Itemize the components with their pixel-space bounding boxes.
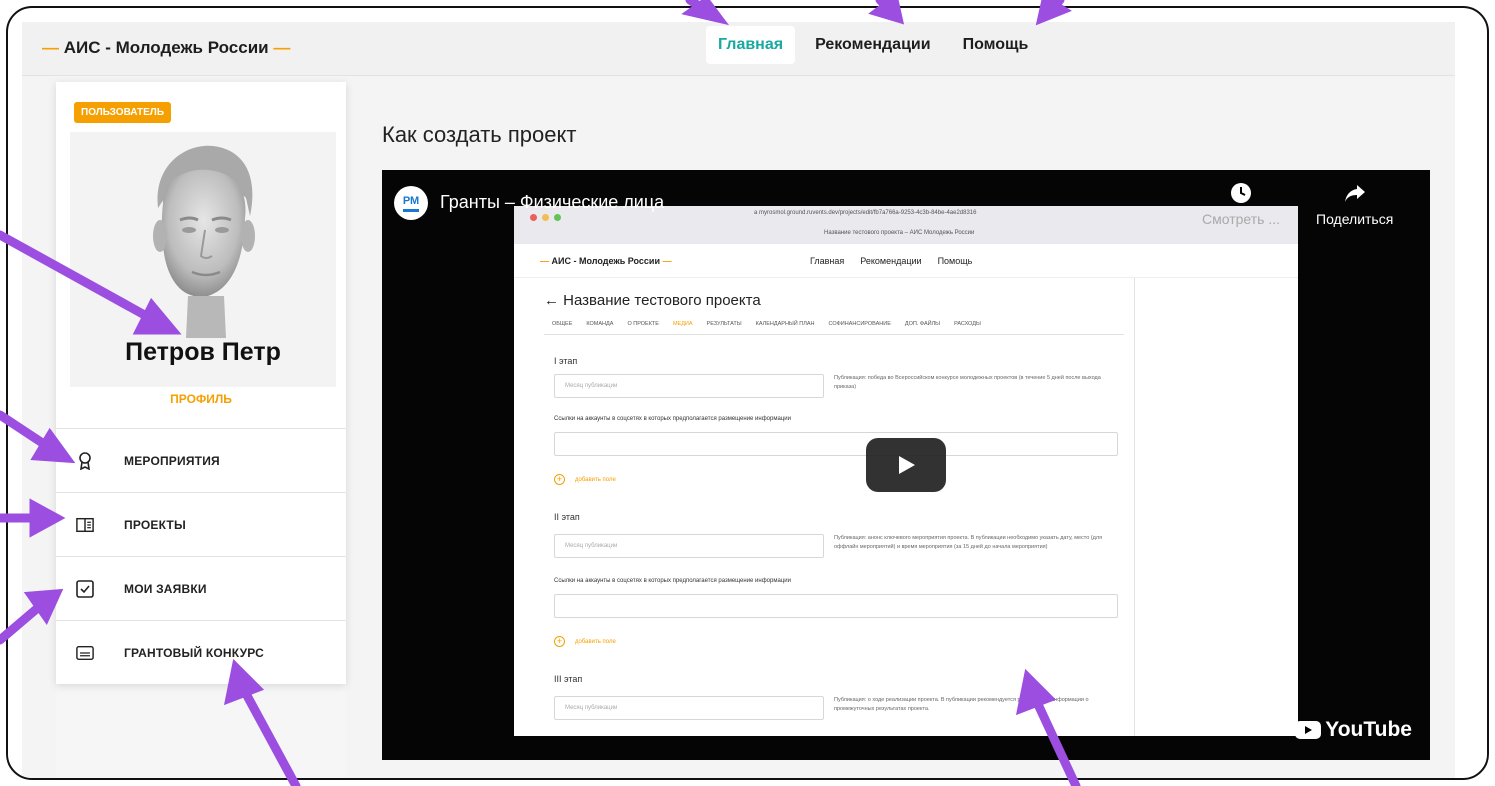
youtube-video-player[interactable]: a myrosmol.ground.ruvents.dev/projects/e… <box>382 170 1430 760</box>
main-nav: Главная Рекомендации Помощь <box>706 26 1040 64</box>
avatar-container: Петров Петр <box>70 132 336 387</box>
play-icon <box>899 456 915 474</box>
nav-item-recommendations[interactable]: Рекомендации <box>803 26 943 64</box>
app-window: — АИС - Молодежь России — Главная Рекоме… <box>22 22 1455 778</box>
inner-tab-active: МЕДИА <box>672 321 693 327</box>
month-field: Месяц публикации <box>554 696 824 720</box>
stage-label: II этап <box>554 512 580 522</box>
inner-divider <box>1134 278 1135 736</box>
youtube-logo[interactable]: YouTube <box>1295 718 1412 742</box>
top-navigation-bar: — АИС - Молодежь России — Главная Рекоме… <box>22 22 1455 76</box>
clock-icon <box>1231 183 1251 203</box>
inner-brand: — АИС - Молодежь России — <box>540 256 672 266</box>
brand-logo[interactable]: — АИС - Молодежь России — <box>42 38 290 58</box>
inner-tab: КАЛЕНДАРНЫЙ ПЛАН <box>755 321 815 327</box>
youtube-wordmark: YouTube <box>1325 718 1412 741</box>
share-label: Поделиться <box>1316 211 1394 227</box>
play-button[interactable] <box>866 438 946 492</box>
page-title: Как создать проект <box>382 122 577 147</box>
video-title[interactable]: Гранты – Физические лица <box>440 192 664 213</box>
avatar <box>153 145 255 338</box>
sidebar-item-my-applications[interactable]: МОИ ЗАЯВКИ <box>56 556 346 620</box>
inner-nav-item: Главная <box>810 256 845 266</box>
inner-nav-item: Помощь <box>937 256 973 266</box>
inner-url: a myrosmol.ground.ruvents.dev/projects/e… <box>754 210 977 216</box>
role-badge: ПОЛЬЗОВАТЕЛЬ <box>74 102 172 123</box>
inner-nav-item: Рекомендации <box>860 256 922 266</box>
inner-tab: ДОП. ФАЙЛЫ <box>904 321 941 327</box>
sidebar-item-label: МОИ ЗАЯВКИ <box>124 581 207 596</box>
watch-later-button[interactable]: Смотреть ... <box>1202 182 1280 227</box>
inner-tab-divider <box>544 334 1124 335</box>
user-name: Петров Петр <box>125 338 281 366</box>
window-controls-icon <box>530 214 561 221</box>
nav-item-help[interactable]: Помощь <box>951 26 1041 64</box>
channel-avatar[interactable]: РМ <box>394 186 428 220</box>
share-icon <box>1344 185 1365 202</box>
channel-initials: РМ <box>402 194 420 207</box>
inner-tabs: ОБЩЕЕ КОМАНДА О ПРОЕКТЕ МЕДИА РЕЗУЛЬТАТЫ… <box>552 321 981 327</box>
brand-dash-right: — <box>273 38 291 57</box>
stage-label: I этап <box>554 356 578 366</box>
sidebar: ПОЛЬЗОВАТЕЛЬ Петров Петр ПРОФИЛЬ МЕРОПРИ… <box>56 82 346 778</box>
month-field: Месяц публикации <box>554 374 824 398</box>
screenshot-frame: — АИС - Молодежь России — Главная Рекоме… <box>6 6 1489 780</box>
links-field <box>554 432 1118 456</box>
sidebar-item-projects[interactable]: ПРОЕКТЫ <box>56 492 346 556</box>
subtitles-icon <box>76 644 94 662</box>
channel-bar-icon <box>403 208 419 212</box>
stage-note: Публикация: анонс ключевого мероприятия … <box>834 535 1103 550</box>
brand-dash-left: — <box>42 38 59 57</box>
document-panel-icon <box>76 516 94 534</box>
watch-later-label: Смотреть ... <box>1202 211 1280 227</box>
inner-tab: ОБЩЕЕ <box>552 321 573 327</box>
sidebar-item-grant-contest[interactable]: ГРАНТОВЫЙ КОНКУРС <box>56 620 346 684</box>
checkbox-icon <box>76 579 94 598</box>
sidebar-item-label: ГРАНТОВЫЙ КОНКУРС <box>124 645 265 660</box>
inner-header: — АИС - Молодежь России — Главная Рекоме… <box>514 244 1298 278</box>
inner-tab: РЕЗУЛЬТАТЫ <box>706 321 742 327</box>
sidebar-menu: МЕРОПРИЯТИЯ ПРОЕКТЫ МОИ ЗАЯВКИ ГРАНТОВЫЙ… <box>56 428 346 684</box>
brand-title: АИС - Молодежь России <box>63 38 269 57</box>
award-icon <box>76 451 94 470</box>
inner-tab: О ПРОЕКТЕ <box>627 321 659 327</box>
stage-note: Публикация: победа во Всероссийском конк… <box>834 375 1101 390</box>
stage-label: III этап <box>554 674 583 684</box>
profile-link[interactable]: ПРОФИЛЬ <box>56 392 346 406</box>
sidebar-item-label: МЕРОПРИЯТИЯ <box>124 453 220 468</box>
links-field <box>554 594 1118 618</box>
user-card: ПОЛЬЗОВАТЕЛЬ Петров Петр ПРОФИЛЬ МЕРОПРИ… <box>56 82 346 684</box>
sidebar-item-label: ПРОЕКТЫ <box>124 517 186 532</box>
inner-nav: Главная Рекомендации Помощь <box>810 256 972 266</box>
sidebar-item-events[interactable]: МЕРОПРИЯТИЯ <box>56 428 346 492</box>
month-field: Месяц публикации <box>554 534 824 558</box>
inner-tab: КОМАНДА <box>586 321 614 327</box>
inner-heading: ← Название тестового проекта <box>544 292 761 309</box>
links-label: Ссылки на аккаунты в соцсетях в которых … <box>554 416 791 422</box>
add-field-link: + добавить поле <box>554 636 616 647</box>
add-field-link: + добавить поле <box>554 474 616 485</box>
inner-tab: РАСХОДЫ <box>954 321 981 327</box>
inner-tab: СОФИНАНСИРОВАНИЕ <box>828 321 891 327</box>
youtube-play-icon <box>1295 721 1322 739</box>
stage-note: Публикация: о ходе реализации проекта. В… <box>834 697 1089 712</box>
inner-tab-title: Название тестового проекта – АИС Молодеж… <box>824 230 975 236</box>
nav-item-home[interactable]: Главная <box>706 26 796 64</box>
share-button[interactable]: Поделиться <box>1316 182 1393 227</box>
links-label: Ссылки на аккаунты в соцсетях в которых … <box>554 578 791 584</box>
